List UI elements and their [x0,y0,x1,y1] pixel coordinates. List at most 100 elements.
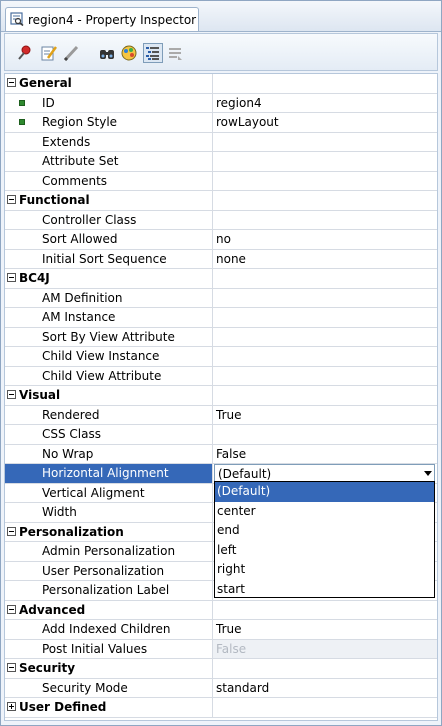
property-name: User Personalization [42,563,165,578]
category-label: Visual [19,388,61,402]
collapse-icon[interactable] [7,195,16,204]
property-name: Horizontal Alignment [42,466,169,480]
property-row-sort-by-view-attribute[interactable]: Sort By View Attribute [5,327,437,347]
palette-button[interactable] [119,43,139,63]
property-row-add-indexed-children[interactable]: Add Indexed Children True [5,620,437,640]
property-name: Controller Class [42,212,137,227]
property-name: Initial Sort Sequence [42,251,167,266]
collapse-icon[interactable] [7,663,16,672]
property-row-comments[interactable]: Comments [5,171,437,191]
property-value[interactable]: False [216,447,246,461]
collapse-icon[interactable] [7,604,16,614]
categorized-view-button[interactable] [143,43,163,63]
categorized-view-icon [146,47,159,60]
dropdown-option-right[interactable]: right [215,560,434,580]
property-value[interactable]: True [216,408,242,422]
property-row-extends[interactable]: Extends [5,132,437,152]
property-row-child-view-attribute[interactable]: Child View Attribute [5,366,437,386]
category-general[interactable]: General [5,74,437,94]
horizontal-alignment-dropdown-list: (Default) center end left right start [214,481,435,598]
property-name: Sort Allowed [42,232,118,246]
toolbar [4,33,438,71]
property-row-security-mode[interactable]: Security Mode standard [5,678,437,698]
required-icon [19,99,25,106]
property-row-child-view-instance[interactable]: Child View Instance [5,347,437,367]
property-name: Post Initial Values [42,641,148,656]
category-visual[interactable]: Visual [5,386,437,406]
collapse-icon[interactable] [7,390,16,399]
property-grid: General ID region4 Region Style rowLayou… [4,73,438,721]
dropdown-option-default[interactable]: (Default) [215,482,434,502]
alphabetical-view-icon [169,48,182,60]
property-row-sort-allowed[interactable]: Sort Allowed no [5,230,437,250]
property-row-attribute-set[interactable]: Attribute Set [5,152,437,172]
property-name: CSS Class [42,427,101,441]
select-value: (Default) [218,467,272,481]
collapse-icon[interactable] [7,526,16,536]
category-label: Personalization [19,524,124,539]
property-row-css-class[interactable]: CSS Class [5,425,437,445]
property-row-region-style[interactable]: Region Style rowLayout [5,113,437,133]
property-value[interactable]: region4 [216,96,262,110]
pin-icon [18,45,31,60]
category-label: General [19,76,72,90]
expand-icon[interactable] [7,702,16,711]
dropdown-arrow-icon[interactable] [424,471,432,476]
property-name: AM Instance [42,310,116,324]
property-row-rendered[interactable]: Rendered True [5,405,437,425]
property-name: AM Definition [42,290,123,305]
dropdown-option-start[interactable]: start [215,580,434,600]
property-value: False [216,641,247,656]
edit-icon [41,46,58,61]
property-value[interactable]: True [216,622,242,636]
property-row-controller-class[interactable]: Controller Class [5,210,437,230]
property-name: Add Indexed Children [42,622,171,636]
category-security[interactable]: Security [5,659,437,679]
property-row-am-definition[interactable]: AM Definition [5,288,437,308]
category-advanced[interactable]: Advanced [5,600,437,620]
property-name: Vertical Aligment [42,485,145,500]
property-value[interactable]: standard [216,681,269,695]
edit-button[interactable] [39,43,59,63]
property-row-no-wrap[interactable]: No Wrap False [5,444,437,464]
alphabetical-view-button[interactable] [165,43,185,63]
property-row-id[interactable]: ID region4 [5,93,437,113]
category-label: Advanced [19,602,86,617]
property-value[interactable]: rowLayout [216,115,279,129]
property-name: Extends [42,134,91,149]
property-name: No Wrap [42,446,94,461]
collapse-icon[interactable] [7,78,16,87]
dropdown-option-center[interactable]: center [215,502,434,522]
property-row-post-initial-values[interactable]: Post Initial Values False [5,639,437,659]
category-bc4j[interactable]: BC4J [5,269,437,289]
dropdown-option-end[interactable]: end [215,521,434,541]
property-name: Region Style [42,115,118,129]
property-name: Attribute Set [42,154,119,168]
property-value[interactable]: none [216,252,246,266]
pencil-button[interactable] [61,43,81,63]
collapse-icon[interactable] [7,273,16,282]
property-name: Child View Attribute [42,368,162,383]
property-name: ID [42,95,55,110]
property-name: Sort By View Attribute [42,329,175,344]
pencil-icon [63,45,79,62]
find-button[interactable] [97,43,117,63]
pin-button[interactable] [15,43,35,63]
property-value[interactable]: no [216,232,231,246]
dropdown-option-left[interactable]: left [215,541,434,561]
category-functional[interactable]: Functional [5,191,437,211]
property-row-am-instance[interactable]: AM Instance [5,308,437,328]
binoculars-icon [100,50,114,59]
property-name: Rendered [42,407,100,422]
property-name: Comments [42,173,108,188]
category-user-defined[interactable]: User Defined [5,698,437,718]
property-inspector-icon [10,12,24,26]
property-name: Personalization Label [42,583,170,597]
required-icon [19,119,25,125]
property-row-initial-sort-sequence[interactable]: Initial Sort Sequence none [5,249,437,269]
category-label: User Defined [19,700,107,714]
property-name: Security Mode [42,680,128,695]
tab-property-inspector[interactable]: region4 - Property Inspector [5,7,199,31]
category-label: Security [19,661,76,675]
property-inspector-window: region4 - Property Inspector General ID … [0,0,442,726]
